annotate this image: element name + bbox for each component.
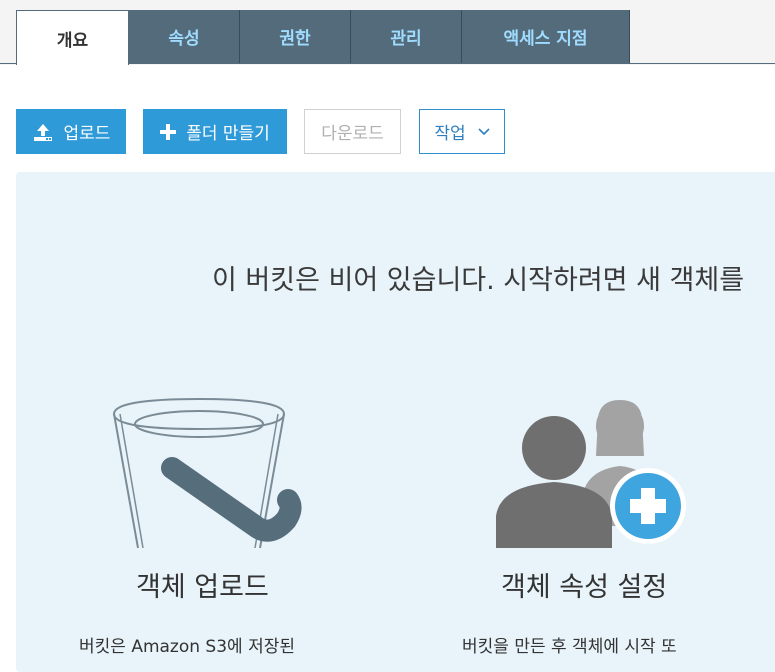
tab-bar: 개요 속성 권한 관리 액세스 지점 — [0, 0, 775, 65]
chevron-down-icon — [478, 127, 490, 136]
tab-permissions[interactable]: 권한 — [240, 10, 351, 63]
actions-dropdown[interactable]: 작업 — [419, 109, 505, 154]
tab-access-points[interactable]: 액세스 지점 — [462, 10, 630, 63]
empty-state-message: 이 버킷은 비어 있습니다. 시작하려면 새 객체를 — [212, 265, 745, 296]
download-button-label: 다운로드 — [321, 124, 384, 144]
upload-object-title: 객체 업로드 — [136, 572, 269, 603]
tab-management[interactable]: 관리 — [351, 10, 462, 63]
upload-icon — [32, 122, 54, 142]
create-folder-button-label: 폴더 만들기 — [186, 124, 270, 144]
set-object-properties-title: 객체 속성 설정 — [501, 572, 668, 603]
plus-icon — [160, 123, 177, 140]
tab-overview[interactable]: 개요 — [16, 10, 129, 65]
actions-dropdown-label: 작업 — [434, 124, 466, 144]
download-button[interactable]: 다운로드 — [304, 109, 401, 154]
users-add-icon — [496, 400, 686, 548]
create-folder-button[interactable]: 폴더 만들기 — [143, 109, 287, 154]
tab-properties[interactable]: 속성 — [129, 10, 240, 63]
upload-button[interactable]: 업로드 — [16, 109, 126, 154]
upload-button-label: 업로드 — [63, 124, 111, 144]
bucket-icon — [113, 397, 302, 548]
